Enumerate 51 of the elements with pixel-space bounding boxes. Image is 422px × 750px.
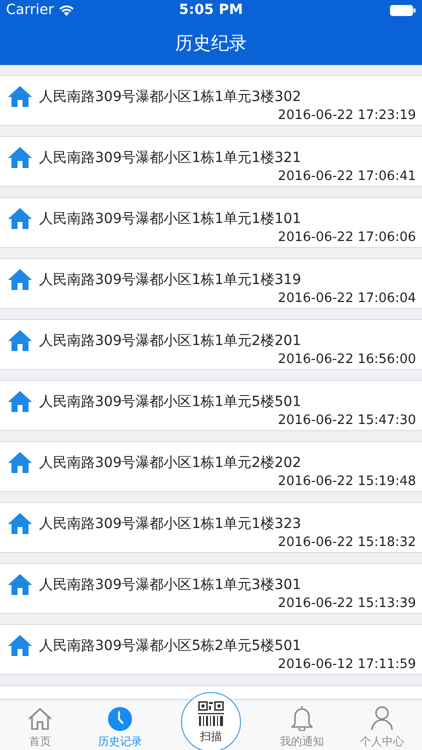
page-title: 历史纪录 — [175, 32, 247, 54]
clock-icon — [108, 707, 132, 731]
address-text: 人民南路309号瀑都小区1栋1单元3楼301 — [39, 576, 302, 594]
history-item[interactable]: 人民南路309号瀑都小区5栋2单元5楼501 2016-06-12 17:11:59 — [0, 624, 422, 675]
house-icon — [8, 391, 32, 412]
timestamp: 2016-06-22 17:06:41 — [278, 169, 416, 184]
house-icon — [8, 86, 32, 107]
timestamp: 2016-06-12 17:11:59 — [278, 657, 416, 672]
wifi-icon — [58, 4, 74, 16]
address-text: 人民南路309号瀑都小区1栋1单元2楼202 — [39, 454, 302, 472]
history-item[interactable]: 人民南路309号瀑都小区1栋1单元3楼302 2016-06-22 17:23:19 — [0, 75, 422, 126]
house-icon — [8, 452, 32, 473]
address-text: 人民南路309号瀑都小区1栋1单元1楼323 — [39, 514, 302, 532]
house-icon — [8, 574, 32, 595]
house-icon — [8, 208, 32, 229]
timestamp: 2016-06-22 16:56:00 — [278, 352, 416, 367]
house-icon — [8, 269, 32, 290]
timestamp: 2016-06-22 15:13:39 — [278, 596, 416, 611]
address-text: 人民南路309号瀑都小区1栋1单元5楼501 — [39, 392, 302, 410]
timestamp: 2016-06-22 17:23:19 — [278, 108, 416, 123]
address-text: 人民南路309号瀑都小区1栋1单元2楼201 — [39, 332, 302, 350]
history-item[interactable]: 人民南路309号瀑都小区1栋1单元2楼201 2016-06-22 16:56:00 — [0, 319, 422, 370]
address-text: 人民南路309号瀑都小区1栋1单元1楼321 — [39, 148, 302, 166]
address-text: 人民南路309号瀑都小区1栋1单元1楼319 — [39, 270, 302, 288]
history-item[interactable]: 人民南路309号瀑都小区1栋1单元1楼319 2016-06-22 17:06:04 — [0, 258, 422, 309]
history-item[interactable]: 人民南路309号瀑都小区1栋1单元1楼323 2016-06-22 15:18:32 — [0, 502, 422, 553]
history-item[interactable]: 人民南路309号瀑都小区1栋1单元1楼101 2016-06-22 17:06:06 — [0, 197, 422, 248]
house-icon — [8, 330, 32, 351]
address-text: 人民南路309号瀑都小区1栋1单元3楼302 — [39, 88, 302, 106]
timestamp: 2016-06-22 17:06:06 — [278, 230, 416, 245]
address-text: 人民南路309号瀑都小区1栋1单元1楼101 — [39, 210, 302, 228]
carrier-label: Carrier — [6, 2, 54, 18]
house-icon — [8, 147, 32, 168]
house-icon — [8, 635, 32, 656]
history-item[interactable]: 人民南路309号瀑都小区1栋1单元5楼501 2016-06-22 15:47:30 — [0, 380, 422, 431]
timestamp: 2016-06-22 15:18:32 — [278, 535, 416, 550]
qr-barcode-icon — [198, 700, 224, 726]
history-item[interactable]: 人民南路309号瀑都小区1栋1单元2楼202 2016-06-22 15:19:48 — [0, 441, 422, 492]
history-item[interactable]: 人民南路309号瀑都小区1栋1单元3楼301 2016-06-22 15:13:39 — [0, 563, 422, 614]
history-item[interactable]: 人民南路309号瀑都小区1栋1单元1楼321 2016-06-22 17:06:41 — [0, 136, 422, 187]
address-text: 人民南路309号瀑都小区5栋2单元5楼501 — [39, 636, 302, 654]
timestamp: 2016-06-22 17:06:04 — [278, 291, 416, 306]
battery-icon — [390, 4, 416, 16]
person-icon — [371, 705, 393, 731]
clock-time: 5:05 PM — [179, 2, 243, 18]
timestamp: 2016-06-22 15:19:48 — [278, 474, 416, 489]
house-icon — [27, 707, 53, 731]
scan-button[interactable]: 扫描 — [181, 692, 241, 750]
timestamp: 2016-06-22 15:47:30 — [278, 413, 416, 428]
house-icon — [8, 513, 32, 534]
bell-icon — [291, 705, 313, 731]
